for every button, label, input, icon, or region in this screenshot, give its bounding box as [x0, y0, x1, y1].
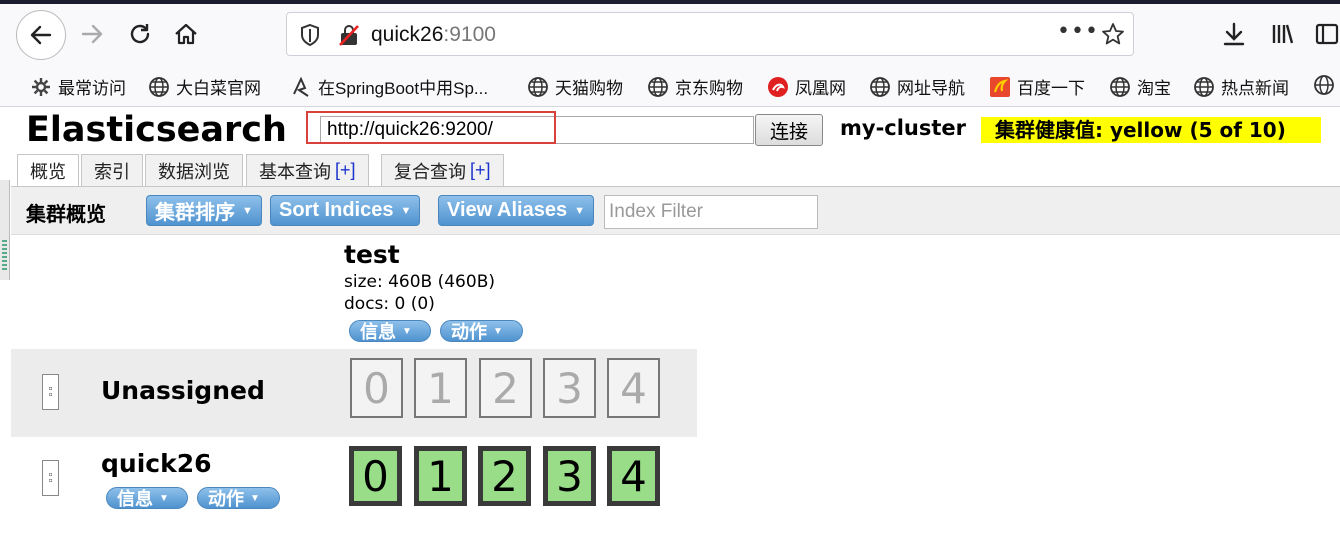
- sidebar-button[interactable]: [1314, 18, 1340, 50]
- library-icon: [1272, 24, 1294, 44]
- window-top-edge: [0, 0, 1340, 4]
- bookmark-baidu[interactable]: 百度一下: [989, 74, 1085, 99]
- caret-down-icon: ▼: [493, 325, 503, 337]
- globe-icon: [1109, 76, 1131, 98]
- bookmarks-toolbar: 最常访问 大白菜官网 在SpringBoot中用Sp... 天猫购物 京东购物: [0, 64, 1340, 106]
- bookmark-taobao[interactable]: 淘宝: [1109, 74, 1171, 99]
- connection-url-input[interactable]: [320, 116, 754, 144]
- caret-down-icon: ▼: [400, 204, 412, 217]
- index-name: test: [344, 240, 400, 269]
- url-text[interactable]: quick26:9100: [371, 23, 496, 47]
- tab-basic-query[interactable]: 基本查询 [+]: [246, 154, 369, 186]
- caret-down-icon: ▼: [159, 492, 169, 504]
- globe-icon: [1193, 76, 1215, 98]
- toolbar-divider: [0, 106, 1340, 107]
- arrow-right-icon: [81, 24, 103, 44]
- index-size: size: 460B (460B): [344, 272, 495, 292]
- globe-icon: [647, 76, 669, 98]
- shard-primary-1[interactable]: 1: [414, 446, 467, 506]
- sort-indices-button[interactable]: Sort Indices ▼: [270, 195, 421, 226]
- view-aliases-button[interactable]: View Aliases ▼: [438, 195, 594, 226]
- globe-icon: [1313, 74, 1335, 96]
- app-title: Elasticsearch: [26, 110, 287, 150]
- phoenix-icon: [767, 76, 789, 98]
- address-bar[interactable]: quick26:9100 •••: [286, 12, 1134, 56]
- sort-cluster-button[interactable]: 集群排序 ▼: [146, 195, 262, 226]
- overview-title: 集群概览: [26, 202, 106, 226]
- caret-down-icon: ▼: [402, 325, 412, 337]
- cluster-name: my-cluster: [840, 116, 967, 140]
- insecure-lock-icon[interactable]: [337, 23, 361, 51]
- downloads-button[interactable]: [1218, 18, 1250, 50]
- reload-icon: [130, 24, 150, 44]
- arrow-left-icon: [30, 25, 52, 45]
- globe-icon: [869, 76, 891, 98]
- tab-indices[interactable]: 索引: [81, 154, 143, 186]
- tab-compound-query[interactable]: 复合查询 [+]: [381, 154, 504, 186]
- bookmark-tmall[interactable]: 天猫购物: [527, 74, 623, 99]
- download-icon: [1223, 22, 1245, 46]
- shard-primary-4[interactable]: 4: [607, 446, 660, 506]
- library-button[interactable]: [1266, 18, 1298, 50]
- shard-primary-2[interactable]: 2: [478, 446, 531, 506]
- connect-button[interactable]: 连接: [755, 114, 823, 146]
- shard-unassigned-2[interactable]: 2: [479, 358, 532, 418]
- forward-button[interactable]: [76, 18, 108, 50]
- cluster-health-badge: 集群健康值: yellow (5 of 10): [981, 117, 1321, 143]
- caret-down-icon: ▼: [574, 204, 585, 217]
- index-docs: docs: 0 (0): [344, 294, 435, 314]
- bookmark-nav[interactable]: 网址导航: [869, 74, 965, 99]
- bookmark-jd[interactable]: 京东购物: [647, 74, 743, 99]
- gear-icon: [30, 76, 52, 98]
- overview-toolbar: 集群概览 集群排序 ▼ Sort Indices ▼ View Aliases ▼: [11, 186, 1340, 235]
- baidu-icon: [989, 76, 1011, 98]
- shard-primary-0[interactable]: 0: [349, 446, 402, 506]
- caret-down-icon: ▼: [250, 492, 260, 504]
- caret-down-icon: ▼: [242, 204, 253, 217]
- home-button[interactable]: [170, 18, 202, 50]
- shield-icon[interactable]: [299, 23, 321, 51]
- doc-icon: [290, 76, 312, 98]
- bookmark-news[interactable]: 热点新闻: [1193, 74, 1289, 99]
- bookmark-dabaicai[interactable]: 大白菜官网: [148, 74, 261, 99]
- index-action-button[interactable]: 动作 ▼: [440, 320, 523, 342]
- shard-unassigned-3[interactable]: 3: [543, 358, 596, 418]
- reload-button[interactable]: [124, 18, 156, 50]
- tab-browser[interactable]: 数据浏览: [145, 154, 243, 186]
- left-resize-handle[interactable]: [0, 180, 10, 280]
- node-name-quick26: quick26: [101, 449, 212, 478]
- node-info-button[interactable]: 信息 ▼: [106, 487, 188, 509]
- sidebar-icon: [1315, 23, 1339, 45]
- node-name-unassigned: Unassigned: [101, 376, 265, 405]
- shard-unassigned-4[interactable]: 4: [607, 358, 660, 418]
- back-button[interactable]: [16, 10, 66, 60]
- bookmark-overflow[interactable]: [1313, 74, 1340, 96]
- star-icon[interactable]: [1101, 22, 1125, 50]
- home-icon: [175, 23, 197, 45]
- shard-unassigned-1[interactable]: 1: [414, 358, 467, 418]
- grip-icon: [2, 240, 7, 270]
- node-action-button[interactable]: 动作 ▼: [197, 487, 280, 509]
- browser-chrome: quick26:9100 ••• 最常访问 大白菜官网 在SpringBoot中…: [0, 0, 1340, 107]
- globe-icon: [148, 76, 170, 98]
- bookmark-frequent[interactable]: 最常访问: [30, 74, 126, 99]
- tab-overview[interactable]: 概览: [17, 154, 79, 187]
- index-filter-input[interactable]: [604, 195, 818, 229]
- master-node-icon: ▫ ▫: [42, 460, 59, 496]
- bookmark-springboot[interactable]: 在SpringBoot中用Sp...: [290, 74, 488, 99]
- shard-primary-3[interactable]: 3: [543, 446, 596, 506]
- unassigned-node-icon: ▫ ▫: [42, 374, 59, 410]
- globe-icon: [527, 76, 549, 98]
- page-actions-icon[interactable]: •••: [1057, 19, 1099, 44]
- shard-unassigned-0[interactable]: 0: [350, 358, 403, 418]
- bookmark-ifeng[interactable]: 凤凰网: [767, 74, 846, 99]
- index-info-button[interactable]: 信息 ▼: [349, 320, 431, 342]
